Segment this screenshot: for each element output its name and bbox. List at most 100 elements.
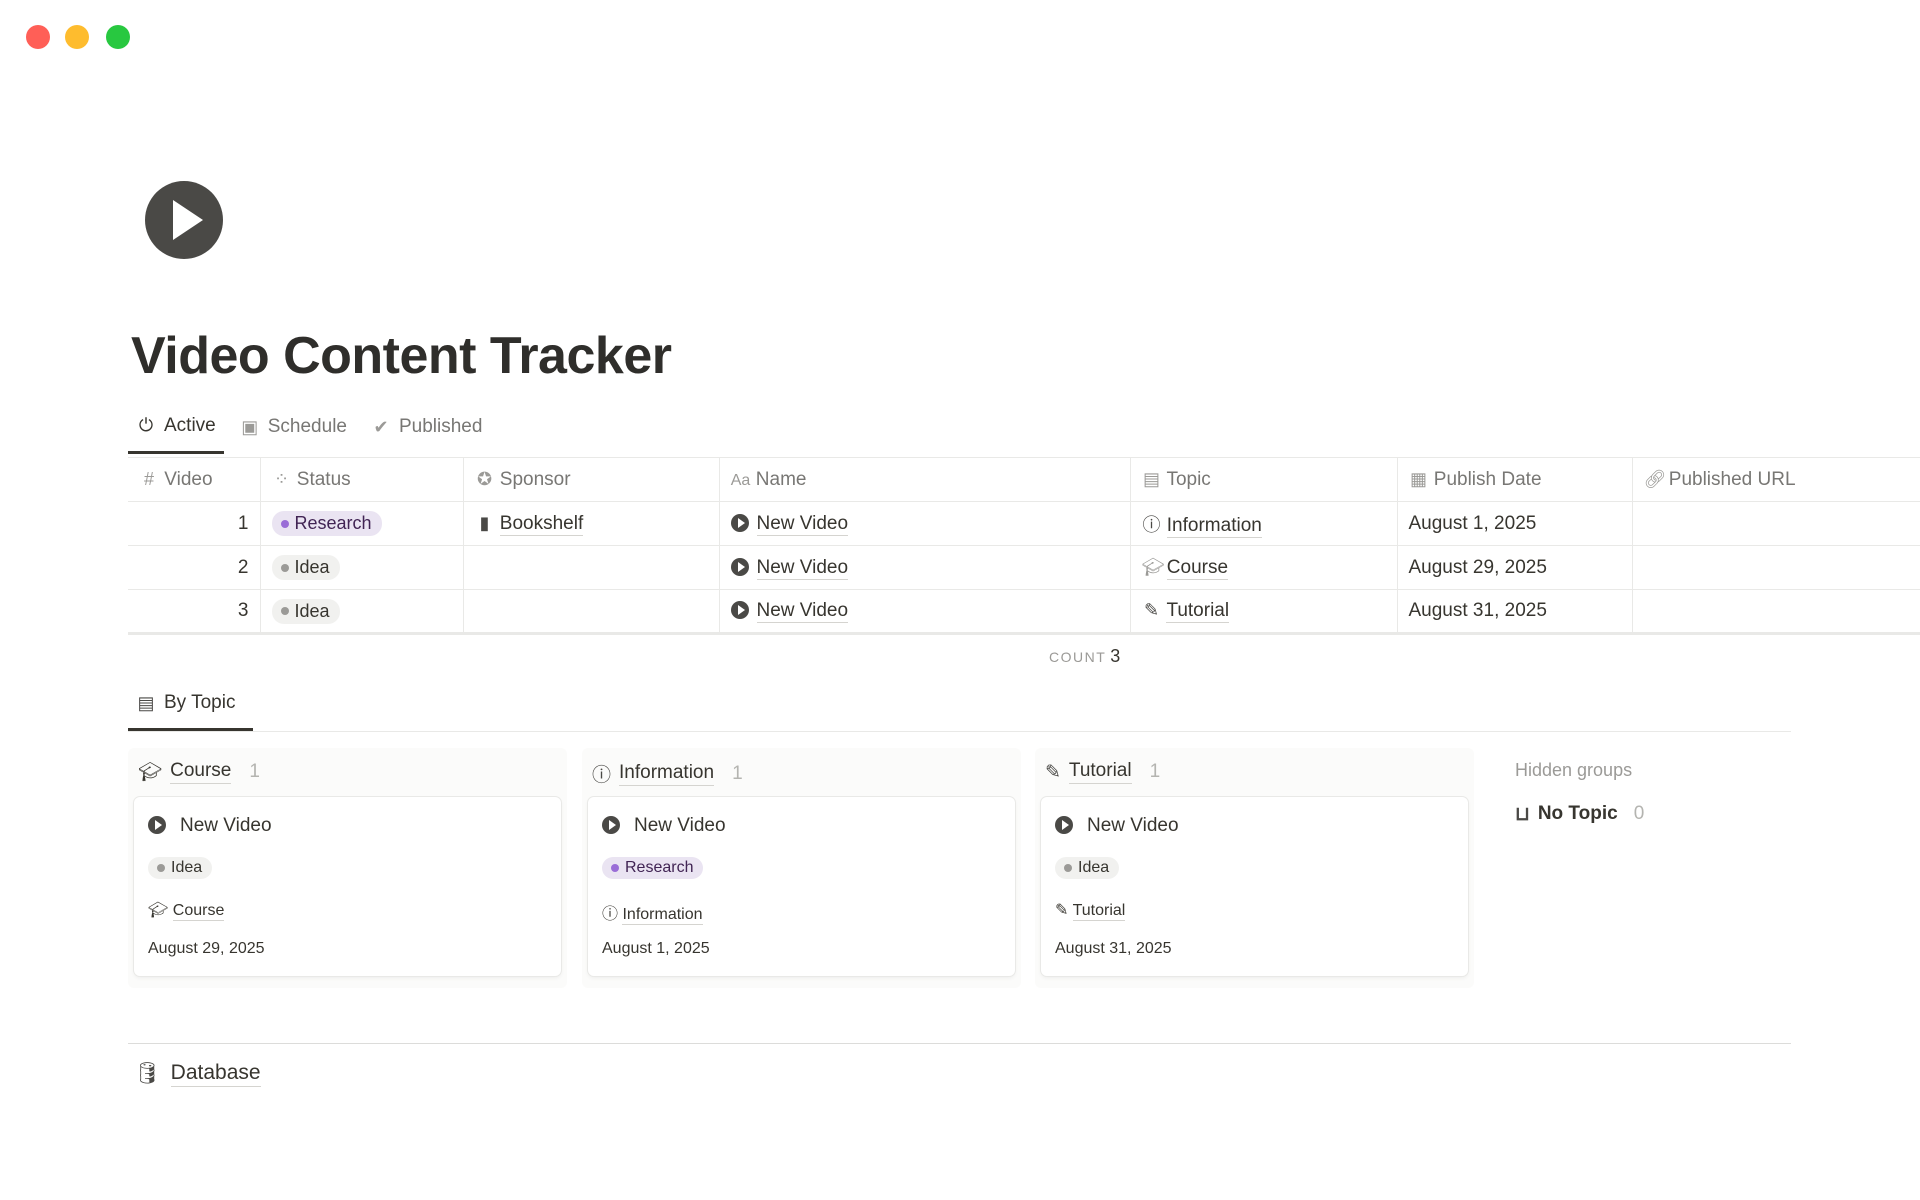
group-count: 0 bbox=[1633, 803, 1645, 824]
sponsor-cell[interactable] bbox=[462, 589, 720, 635]
window-minimize-button[interactable] bbox=[65, 25, 89, 49]
header-label: Video bbox=[164, 468, 213, 490]
topic-link[interactable]: Tutorial bbox=[1072, 902, 1126, 921]
status-badge: Research bbox=[602, 857, 704, 879]
topic-cell[interactable]: ✎ Tutorial bbox=[1129, 589, 1398, 635]
table-count[interactable]: COUNT 3 bbox=[1049, 646, 1120, 667]
header-label: Topic bbox=[1166, 468, 1211, 490]
graduation-cap-icon: 🎓︎ bbox=[148, 902, 169, 919]
play-icon bbox=[1055, 816, 1073, 834]
group-count: 1 bbox=[732, 762, 743, 784]
topic-link[interactable]: Information bbox=[1166, 514, 1262, 538]
verified-badge-icon: ✪ bbox=[476, 468, 493, 489]
group-name[interactable]: Information bbox=[619, 762, 715, 786]
column-header-name[interactable]: Aa Name bbox=[718, 457, 1131, 502]
header-label: Status bbox=[296, 468, 351, 490]
power-icon: ⏻ bbox=[138, 415, 154, 435]
divider bbox=[128, 731, 1791, 732]
column-header-status[interactable]: ⁘ Status bbox=[259, 457, 464, 502]
column-header-published-url[interactable]: 🔗︎ Published URL bbox=[1631, 457, 1920, 502]
graduation-cap-icon: 🎓︎ bbox=[1141, 556, 1165, 577]
board-card[interactable]: New Video Research ⓘ Information August … bbox=[588, 797, 1015, 976]
sponsor-link[interactable]: Bookshelf bbox=[499, 512, 584, 536]
video-cell[interactable]: 3 bbox=[128, 589, 261, 635]
card-date: August 1, 2025 bbox=[602, 940, 710, 957]
name-cell[interactable]: New Video bbox=[718, 589, 1131, 635]
edit-list-icon: ✎ bbox=[1045, 761, 1061, 783]
link-icon: 🔗︎ bbox=[1643, 468, 1667, 489]
group-name[interactable]: Course bbox=[170, 760, 232, 784]
page-title: Video Content Tracker bbox=[131, 327, 672, 385]
group-name[interactable]: Tutorial bbox=[1068, 760, 1132, 784]
board-card[interactable]: New Video Idea 🎓︎ Course August 29, 2025 bbox=[134, 797, 561, 976]
published-url-cell[interactable] bbox=[1631, 501, 1920, 546]
status-badge: Idea bbox=[1055, 857, 1120, 879]
status-cell[interactable]: Idea bbox=[259, 589, 464, 635]
page-link[interactable]: New Video bbox=[756, 512, 849, 536]
database-label: Database bbox=[170, 1061, 261, 1087]
tab-label: Schedule bbox=[267, 416, 347, 437]
group-name: No Topic bbox=[1537, 803, 1618, 824]
name-cell[interactable]: New Video bbox=[718, 545, 1131, 590]
play-icon bbox=[148, 816, 166, 834]
published-url-cell[interactable] bbox=[1631, 589, 1920, 635]
page-link[interactable]: New Video bbox=[756, 556, 849, 580]
tab-published[interactable]: ✔ Published bbox=[363, 412, 490, 454]
topic-link[interactable]: Course bbox=[1166, 556, 1229, 580]
group-header[interactable]: ✎ Tutorial 1 bbox=[1045, 760, 1160, 784]
window-close-button[interactable] bbox=[26, 25, 50, 49]
header-label: Publish Date bbox=[1433, 468, 1542, 490]
edit-list-icon: ✎ bbox=[1143, 600, 1160, 620]
publish-date-cell[interactable]: August 29, 2025 bbox=[1396, 545, 1633, 590]
status-cell[interactable]: Research bbox=[259, 501, 464, 546]
video-cell[interactable]: 1 bbox=[128, 501, 261, 546]
group-header[interactable]: 🎓︎ Course 1 bbox=[138, 760, 260, 784]
column-header-video[interactable]: # Video bbox=[128, 457, 261, 502]
topic-link[interactable]: Information bbox=[622, 906, 703, 925]
name-cell[interactable]: New Video bbox=[718, 501, 1131, 546]
tab-label: Active bbox=[164, 414, 216, 436]
card-date: August 31, 2025 bbox=[1055, 940, 1172, 957]
publish-date-cell[interactable]: August 1, 2025 bbox=[1396, 501, 1633, 546]
tab-by-topic[interactable]: ▤ By Topic bbox=[128, 690, 253, 731]
text-type-icon: Aa bbox=[730, 471, 751, 489]
topic-cell[interactable]: 🎓︎ Course bbox=[1129, 545, 1398, 590]
tab-schedule[interactable]: ▣ Schedule bbox=[232, 412, 355, 454]
group-header[interactable]: ⓘ Information 1 bbox=[592, 760, 743, 787]
board-tabs: ▤ By Topic bbox=[128, 690, 253, 731]
play-circle-icon[interactable] bbox=[145, 181, 223, 259]
divider bbox=[128, 1043, 1791, 1044]
status-badge: Idea bbox=[271, 598, 340, 624]
tab-active[interactable]: ⏻ Active bbox=[128, 412, 224, 454]
column-header-sponsor[interactable]: ✪ Sponsor bbox=[462, 457, 720, 502]
header-label: Name bbox=[755, 468, 807, 490]
video-cell[interactable]: 2 bbox=[128, 545, 261, 590]
column-header-topic[interactable]: ▤ Topic bbox=[1129, 457, 1398, 502]
topic-cell[interactable]: ⓘ Information bbox=[1129, 501, 1398, 546]
header-label: Published URL bbox=[1668, 468, 1796, 490]
board-card[interactable]: New Video Idea ✎ Tutorial August 31, 202… bbox=[1041, 797, 1468, 976]
play-icon bbox=[730, 557, 749, 576]
status-badge: Idea bbox=[271, 555, 340, 580]
card-date: August 29, 2025 bbox=[148, 940, 265, 957]
published-url-cell[interactable] bbox=[1631, 545, 1920, 590]
publish-date-cell[interactable]: August 31, 2025 bbox=[1396, 589, 1633, 635]
window-zoom-button[interactable] bbox=[106, 25, 130, 49]
table-row[interactable]: 1 Research ▮ Bookshelf New Video ⓘ Infor… bbox=[128, 501, 1920, 546]
header-label: Sponsor bbox=[499, 468, 571, 490]
column-header-publish-date[interactable]: ▦ Publish Date bbox=[1396, 457, 1633, 502]
hidden-group-no-topic[interactable]: ⊔ No Topic 0 bbox=[1515, 803, 1644, 826]
topic-link[interactable]: Course bbox=[172, 902, 225, 921]
table-row[interactable]: 2 Idea New Video 🎓︎ Course August 29, 20… bbox=[128, 545, 1920, 590]
sponsor-cell[interactable] bbox=[462, 545, 720, 590]
topic-link[interactable]: Tutorial bbox=[1166, 600, 1230, 623]
page-link[interactable]: New Video bbox=[756, 600, 849, 623]
status-cell[interactable]: Idea bbox=[259, 545, 464, 590]
sponsor-cell[interactable]: ▮ Bookshelf bbox=[462, 501, 720, 546]
board-group-course: 🎓︎ Course 1 New Video Idea 🎓︎ Course Augus… bbox=[128, 748, 567, 988]
tab-label: By Topic bbox=[164, 692, 236, 713]
table-row[interactable]: 3 Idea New Video ✎ Tutorial August 31, 2… bbox=[128, 589, 1920, 635]
number-icon: # bbox=[143, 468, 154, 489]
database-link[interactable]: 🛢︎ Database bbox=[134, 1061, 261, 1087]
count-label: COUNT bbox=[1049, 649, 1107, 665]
